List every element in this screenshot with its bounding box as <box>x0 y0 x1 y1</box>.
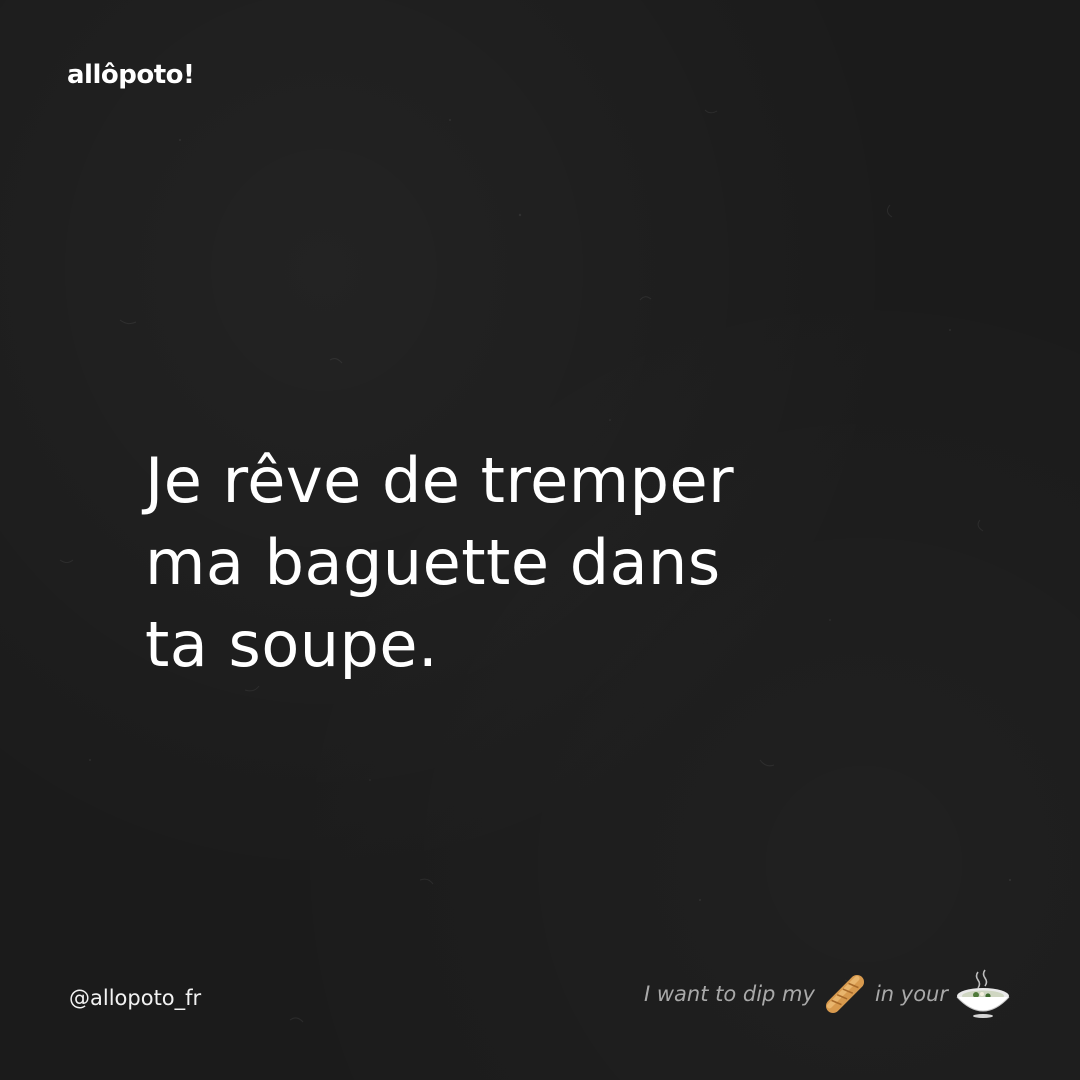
quote-line-2: ma baguette dans <box>145 526 721 599</box>
soup-bowl-icon <box>956 969 1010 1018</box>
quote-line-3: ta soupe. <box>145 608 439 681</box>
brand-logo: allôpoto! <box>67 60 195 90</box>
quote-line-1: Je rêve de tremper <box>145 444 735 517</box>
quote-headline: Je rêve de tremper ma baguette dans ta s… <box>145 440 905 686</box>
translation-part-2: in your <box>874 982 948 1006</box>
translation-part-1: I want to dip my <box>644 982 815 1006</box>
post-canvas: allôpoto! Je rêve de tremper ma baguette… <box>0 0 1080 1080</box>
baguette-icon <box>825 974 864 1014</box>
english-translation: I want to dip my in your <box>644 966 1014 1022</box>
social-handle: @allopoto_fr <box>69 986 202 1010</box>
